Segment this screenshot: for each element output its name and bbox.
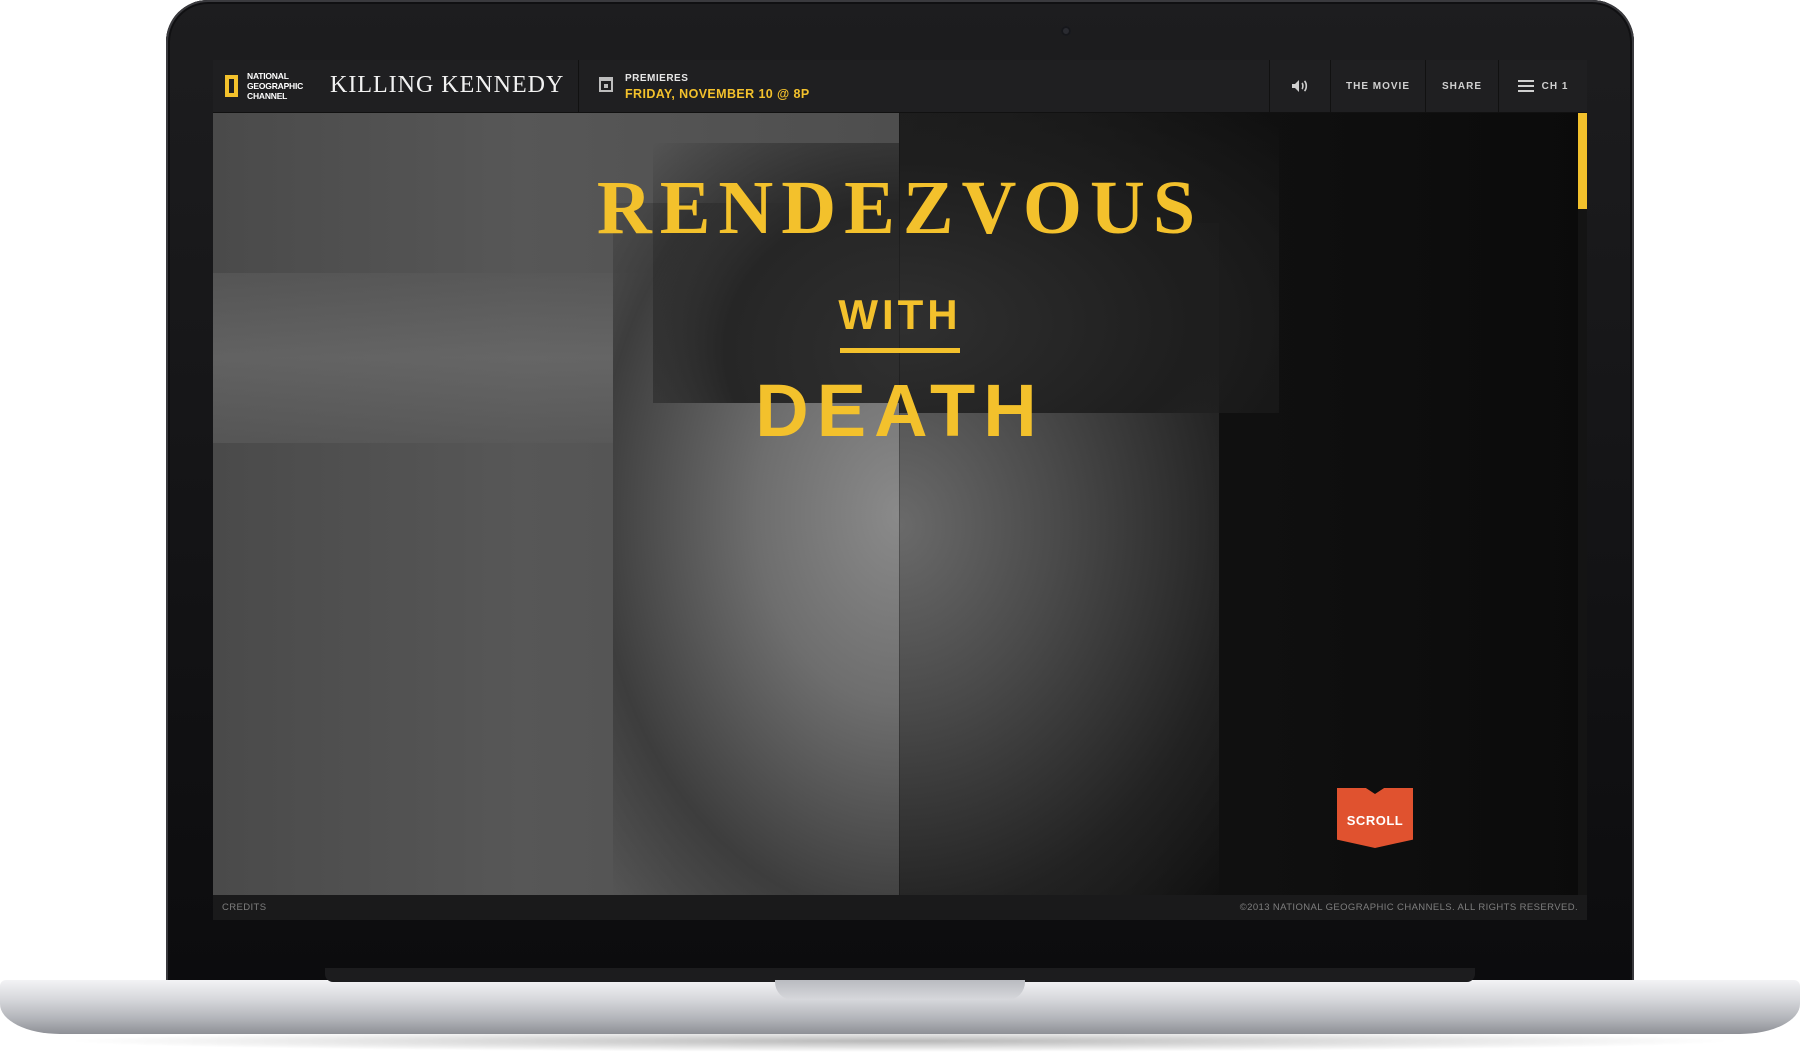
headline-line-2: WITH [838, 291, 962, 338]
premieres-label: PREMIERES [625, 73, 689, 84]
hero-section: RENDEZVOUS WITH DEATH SCROLL [213, 113, 1587, 895]
hero-headline: RENDEZVOUS WITH DEATH [213, 113, 1587, 895]
chapter-menu-button[interactable]: CH 1 [1498, 60, 1587, 112]
menu-icon [1517, 80, 1534, 92]
footer: CREDITS ©2013 NATIONAL GEOGRAPHIC CHANNE… [213, 895, 1587, 920]
top-navigation-bar: NATIONAL GEOGRAPHIC CHANNEL KILLING KENN… [213, 60, 1587, 113]
national-geographic-logo[interactable]: NATIONAL GEOGRAPHIC CHANNEL [225, 71, 305, 101]
share-link[interactable]: SHARE [1425, 60, 1498, 112]
the-movie-link[interactable]: THE MOVIE [1330, 60, 1425, 112]
calendar-icon [599, 77, 613, 92]
logo-text: NATIONAL GEOGRAPHIC CHANNEL [247, 71, 303, 101]
logo-line-2: GEOGRAPHIC [247, 81, 304, 91]
screen: NATIONAL GEOGRAPHIC CHANNEL KILLING KENN… [213, 60, 1587, 920]
scrollbar-thumb[interactable] [1578, 113, 1587, 209]
sound-toggle-button[interactable] [1269, 60, 1330, 112]
site-title[interactable]: KILLING KENNEDY [330, 72, 564, 99]
nav-right: THE MOVIE SHARE CH 1 [1269, 60, 1587, 112]
brand-area[interactable]: NATIONAL GEOGRAPHIC CHANNEL KILLING KENN… [213, 60, 579, 112]
credits-link[interactable]: CREDITS [222, 902, 267, 913]
headline-underline [840, 348, 960, 353]
laptop-base-notch [775, 980, 1025, 1000]
speaker-icon [1292, 80, 1308, 92]
copyright-text: ©2013 NATIONAL GEOGRAPHIC CHANNELS. ALL … [1239, 902, 1578, 913]
chapter-label: CH 1 [1541, 80, 1569, 92]
scrollbar-track[interactable] [1578, 113, 1587, 895]
camera-icon [1061, 26, 1071, 36]
premiere-date: FRIDAY, NOVEMBER 10 @ 8P [625, 87, 810, 101]
logo-line-3: CHANNEL [247, 91, 288, 101]
yellow-rectangle-icon [225, 75, 238, 97]
scroll-button[interactable]: SCROLL [1337, 788, 1413, 848]
premiere-info: PREMIERES FRIDAY, NOVEMBER 10 @ 8P [579, 60, 979, 112]
headline-line-3: DEATH [755, 369, 1045, 452]
headline-line-1: RENDEZVOUS [596, 166, 1204, 250]
logo-line-1: NATIONAL [247, 71, 289, 81]
